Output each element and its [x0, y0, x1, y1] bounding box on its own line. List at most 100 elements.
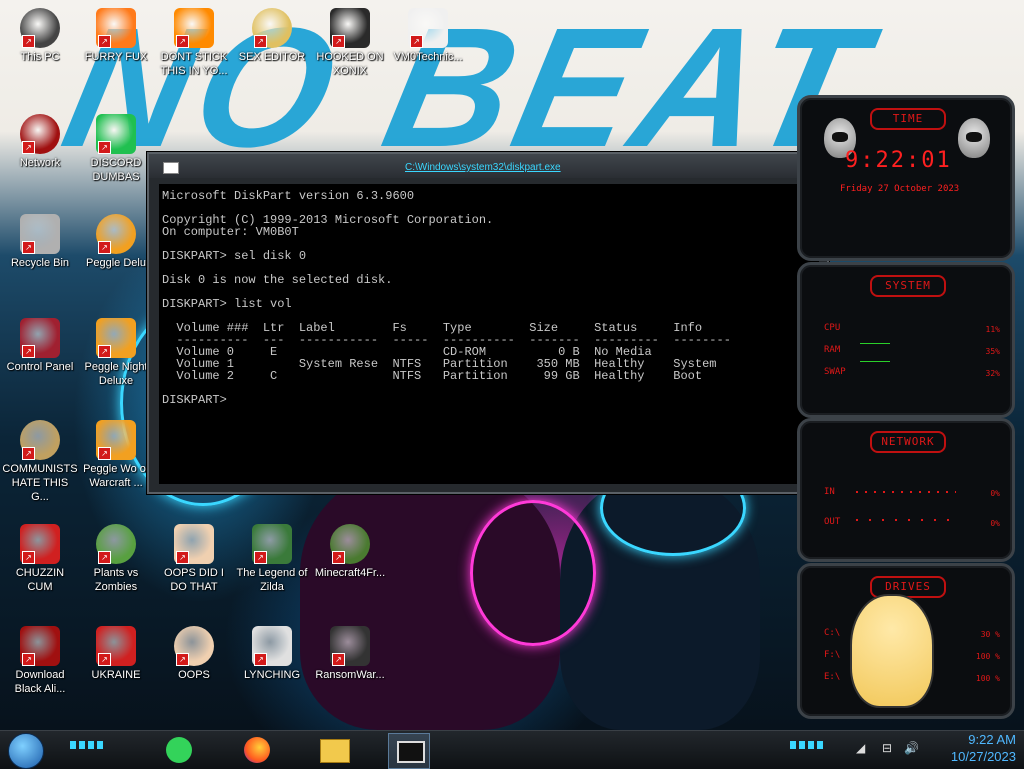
desktop-icon[interactable]: ↗ OOPS DID I DO THAT: [156, 524, 232, 594]
desktop-icon[interactable]: ↗ LYNCHING: [234, 626, 310, 682]
desktop-icon[interactable]: ↗ Control Panel: [2, 318, 78, 374]
desktop-icon[interactable]: ↗ Network: [2, 114, 78, 170]
desktop-icon[interactable]: ↗ RansomWar...: [312, 626, 388, 682]
desktop-app-icon: ↗: [96, 114, 136, 154]
gadget-date: Friday 27 October 2023: [840, 184, 960, 194]
folder-icon: [320, 739, 350, 763]
desktop-icon-label: UKRAINE: [91, 669, 141, 681]
desktop-icon[interactable]: ↗ Download Black Ali...: [2, 626, 78, 696]
shortcut-arrow-icon: ↗: [22, 141, 35, 154]
ram-graph-line: [860, 361, 890, 362]
desktop-icon[interactable]: ↗ VM0Technic...: [390, 8, 466, 64]
desktop-icon-label: Minecraft4Fr...: [314, 567, 386, 579]
network-row-label: IN: [824, 487, 835, 497]
taskbar-explorer-button[interactable]: [314, 733, 354, 767]
desktop-icon[interactable]: ↗ COMMUNISTS HATE THIS G...: [2, 420, 78, 504]
shortcut-arrow-icon: ↗: [410, 35, 423, 48]
tray-chevron-icon[interactable]: ◢: [856, 741, 865, 755]
shortcut-arrow-icon: ↗: [254, 35, 267, 48]
desktop-icon[interactable]: ↗ Peggle Delu: [78, 214, 154, 270]
volume-tray-icon[interactable]: 🔊: [904, 741, 919, 755]
discord-icon: [166, 737, 192, 763]
drives-gadget[interactable]: DRIVES C:\ 30 % F:\ 100 % E:\ 100 %: [797, 563, 1015, 719]
network-row-value: 0%: [990, 489, 1000, 498]
desktop-icon[interactable]: ↗ OOPS: [156, 626, 232, 682]
system-row-label: RAM: [824, 345, 841, 355]
system-row-value: 32%: [985, 369, 1000, 378]
shortcut-arrow-icon: ↗: [22, 551, 35, 564]
network-graph-out: [856, 519, 956, 521]
shortcut-arrow-icon: ↗: [176, 653, 189, 666]
desktop-icon-label: LYNCHING: [243, 669, 301, 681]
taskbar-decoration: [70, 741, 106, 749]
drive-row-value: 100 %: [975, 674, 1000, 683]
shortcut-arrow-icon: ↗: [22, 345, 35, 358]
desktop-icon[interactable]: ↗ DISCORD DUMBAS: [78, 114, 154, 184]
desktop-app-icon: ↗: [96, 420, 136, 460]
desktop-icon[interactable]: ↗ Peggle Wo of Warcraft ...: [78, 420, 154, 490]
shortcut-arrow-icon: ↗: [176, 551, 189, 564]
system-gadget[interactable]: SYSTEM CPU 11% RAM 35% SWAP 32%: [797, 262, 1015, 418]
desktop-icon-label: This PC: [20, 51, 60, 63]
desktop-icon-label: OOPS: [178, 669, 210, 681]
desktop-icon-label: DISCORD DUMBAS: [90, 157, 142, 183]
shortcut-arrow-icon: ↗: [98, 345, 111, 358]
desktop-icon[interactable]: ↗ CHUZZIN CUM: [2, 524, 78, 594]
console-output[interactable]: Microsoft DiskPart version 6.3.9600 Copyr…: [159, 184, 807, 484]
network-row-label: OUT: [824, 517, 841, 527]
desktop-icon[interactable]: ↗ Recycle Bin: [2, 214, 78, 270]
network-gadget[interactable]: NETWORK IN 0% OUT 0%: [797, 418, 1015, 562]
network-gadget-title: NETWORK: [870, 431, 946, 453]
desktop-icon[interactable]: ↗ The Legend of Zilda: [234, 524, 310, 594]
desktop-icon-label: OOPS DID I DO THAT: [164, 567, 224, 593]
taskbar-discord-button[interactable]: [160, 733, 200, 767]
desktop-app-icon: ↗: [20, 114, 60, 154]
shortcut-arrow-icon: ↗: [176, 35, 189, 48]
firefox-icon: [244, 737, 270, 763]
desktop-icon-label: FURRY FUX: [84, 51, 148, 63]
desktop-icon[interactable]: ↗ Peggle Night Deluxe: [78, 318, 154, 388]
desktop-app-icon: ↗: [20, 524, 60, 564]
shortcut-arrow-icon: ↗: [254, 653, 267, 666]
desktop-icon[interactable]: ↗ Plants vs Zombies: [78, 524, 154, 594]
console-titlebar[interactable]: C:\Windows\system32\diskpart.exe: [149, 154, 827, 178]
system-row-label: SWAP: [824, 367, 846, 377]
desktop-icon-label: Network: [19, 157, 61, 169]
console-line: DISKPART> sel disk 0: [162, 249, 307, 263]
desktop-app-icon: ↗: [174, 8, 214, 48]
desktop-icon[interactable]: ↗ FURRY FUX: [78, 8, 154, 64]
desktop-app-icon: ↗: [96, 214, 136, 254]
desktop-icon[interactable]: ↗ SEX EDITOR: [234, 8, 310, 64]
time-gadget[interactable]: TIME 9:22:01 Friday 27 October 2023: [797, 95, 1015, 261]
desktop-icon-label: Peggle Wo of Warcraft ...: [83, 463, 149, 489]
desktop-icon[interactable]: ↗ Minecraft4Fr...: [312, 524, 388, 580]
desktop-icon-label: Download Black Ali...: [14, 669, 66, 695]
desktop-icon-label: VM0Technic...: [393, 51, 463, 63]
desktop-app-icon: ↗: [96, 8, 136, 48]
desktop-icon[interactable]: ↗ This PC: [2, 8, 78, 64]
taskbar-firefox-button[interactable]: [238, 733, 278, 767]
console-app-icon[interactable]: [163, 162, 179, 174]
start-button[interactable]: [8, 733, 44, 769]
drive-row-label: E:\: [824, 672, 841, 682]
desktop-icon-label: Recycle Bin: [10, 257, 70, 269]
shortcut-arrow-icon: ↗: [98, 447, 111, 460]
taskbar-clock[interactable]: 9:22 AM 10/27/2023: [951, 731, 1016, 765]
drive-row-value: 30 %: [980, 630, 1000, 639]
desktop-app-icon: ↗: [174, 524, 214, 564]
system-gadget-title: SYSTEM: [870, 275, 946, 297]
desktop-app-icon: ↗: [252, 524, 292, 564]
desktop-app-icon: ↗: [20, 626, 60, 666]
desktop-app-icon: ↗: [408, 8, 448, 48]
desktop-icon-label: Control Panel: [6, 361, 74, 373]
desktop-icon[interactable]: ↗ DONT STICK THIS IN YO...: [156, 8, 232, 78]
console-line: Volume 2 C NTFS Partition 99 GB Healthy …: [162, 369, 703, 383]
drive-row-label: F:\: [824, 650, 841, 660]
diskpart-console-window[interactable]: C:\Windows\system32\diskpart.exe Microso…: [147, 152, 829, 494]
taskbar-console-button[interactable]: [388, 733, 430, 769]
desktop-icon[interactable]: ↗ HOOKED ON XONIX: [312, 8, 388, 78]
desktop-icon-label: The Legend of Zilda: [236, 567, 308, 593]
desktop-icon[interactable]: ↗ UKRAINE: [78, 626, 154, 682]
network-tray-icon[interactable]: ⊟: [882, 741, 892, 755]
taskbar-decoration: [790, 741, 826, 749]
